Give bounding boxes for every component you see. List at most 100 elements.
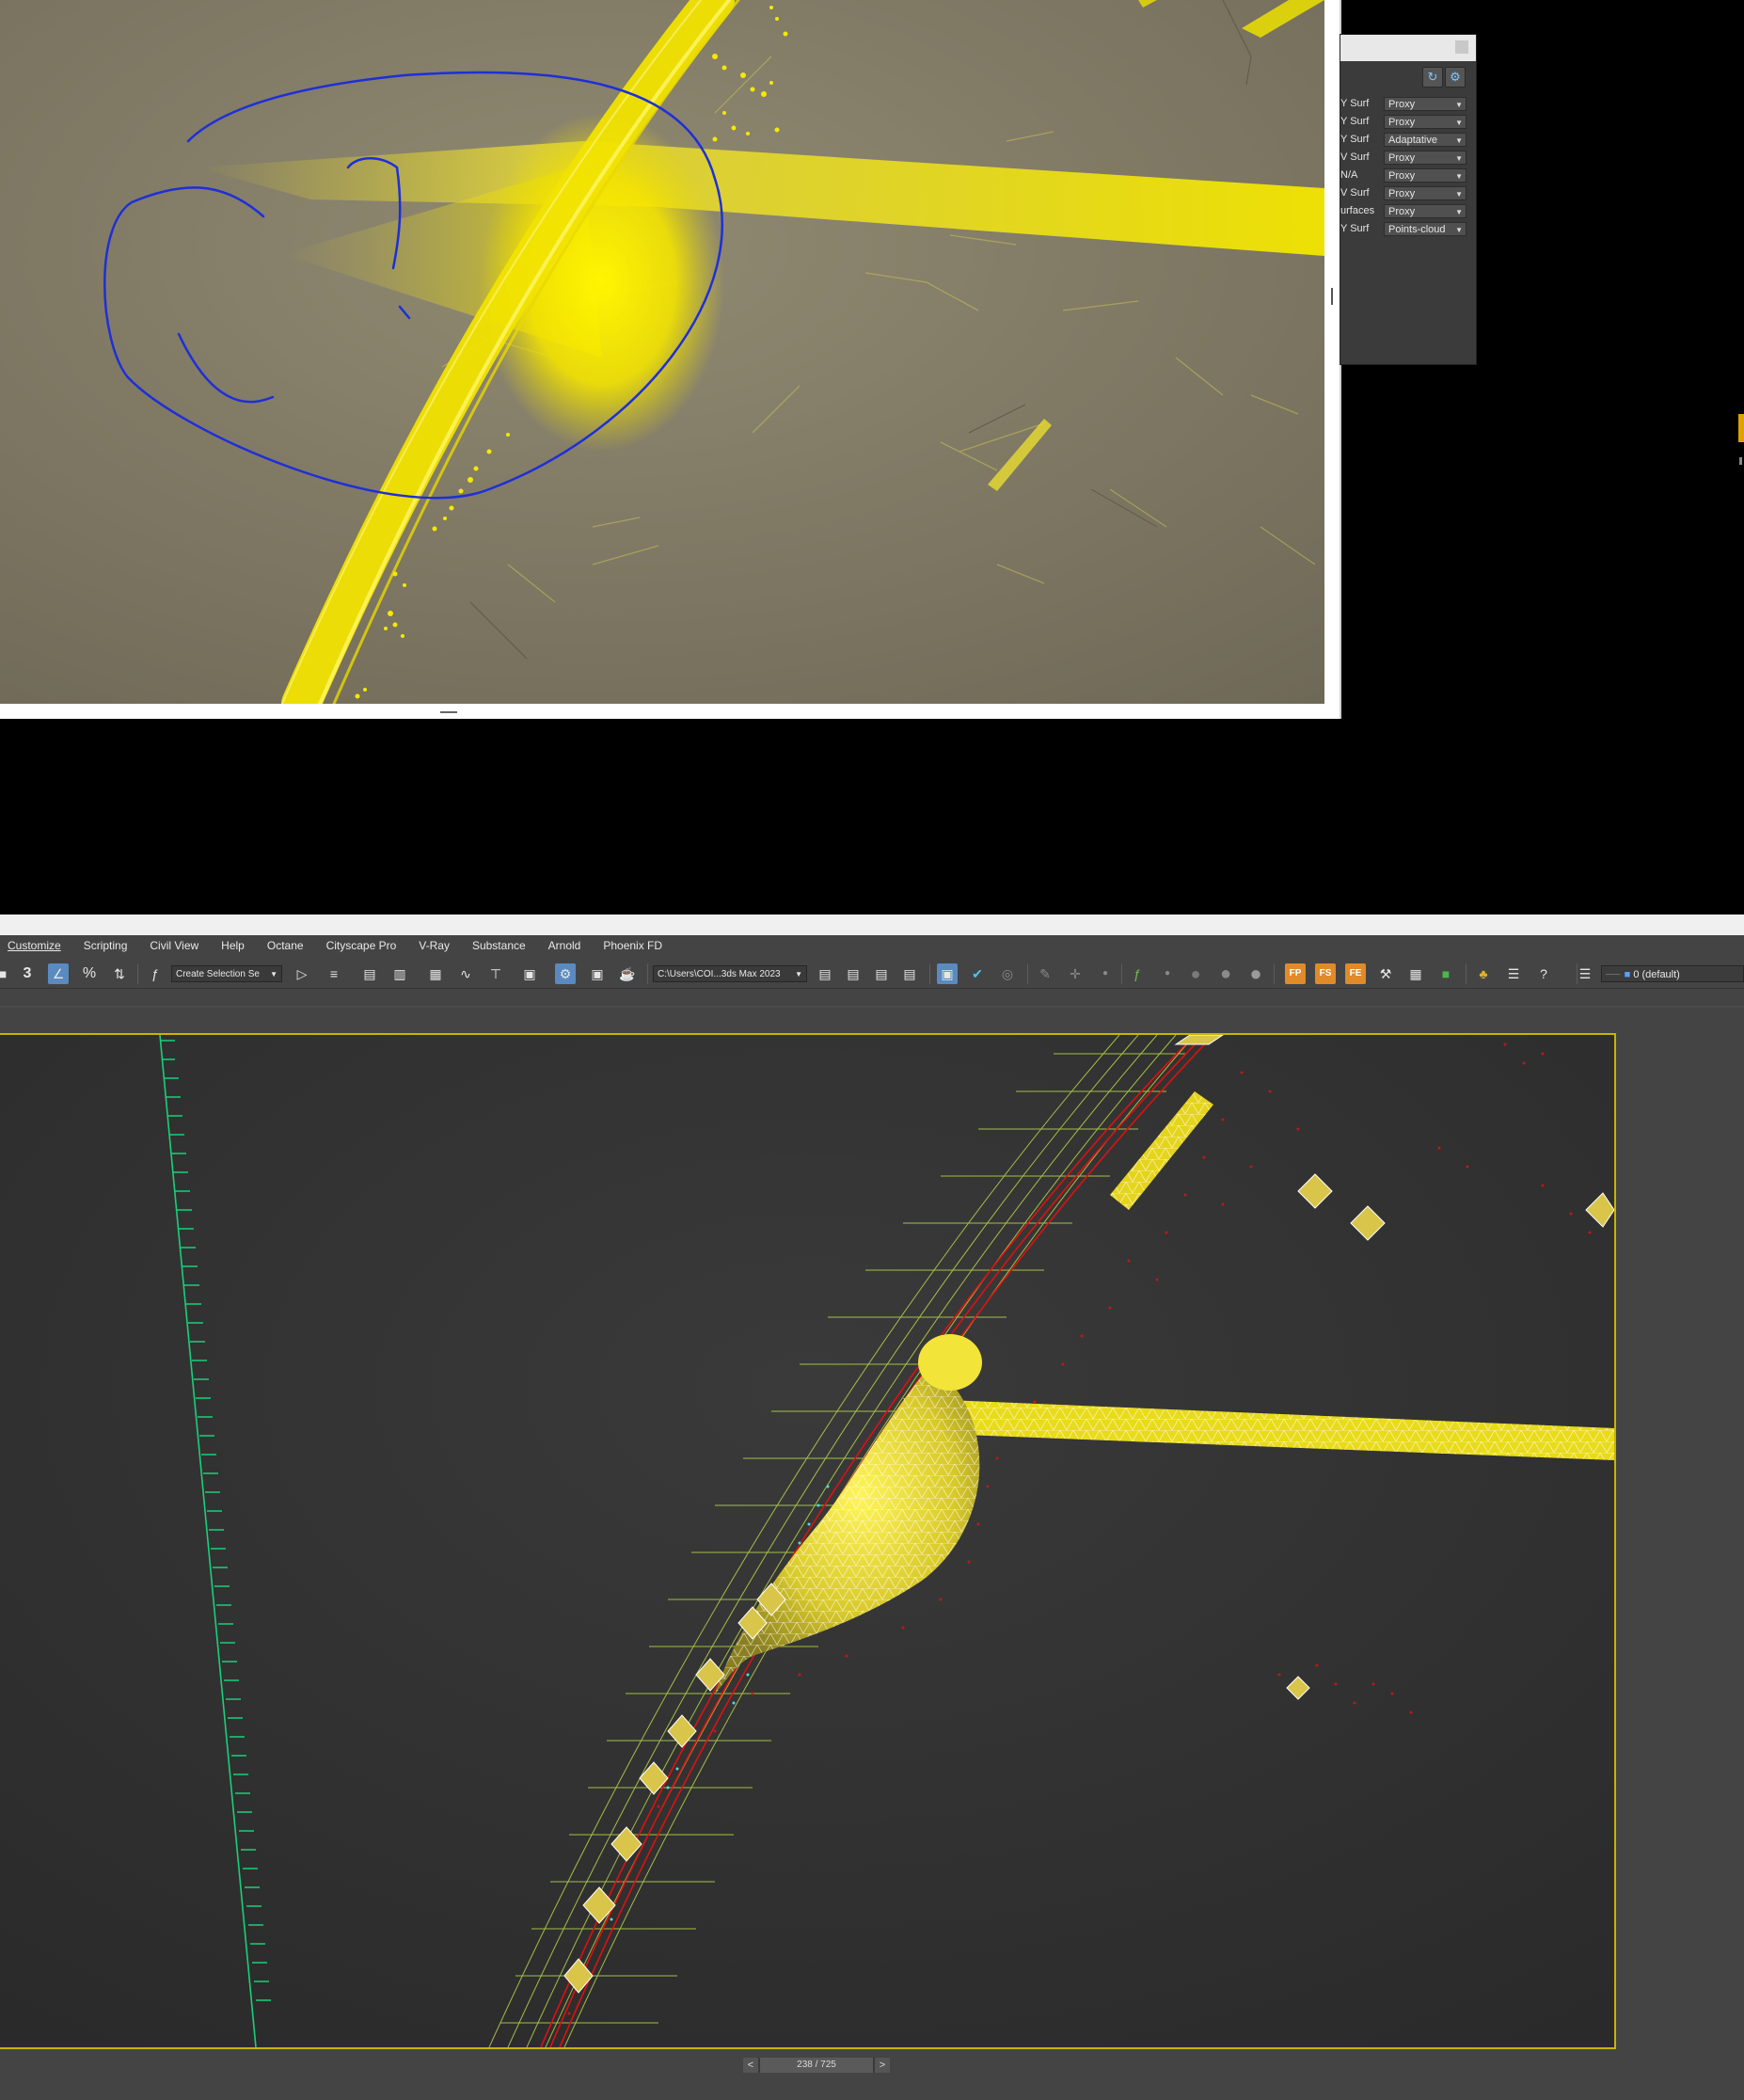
- render-frame-window: [0, 0, 1341, 719]
- panel-row: Y Surf Proxy ▼: [1340, 114, 1476, 130]
- toolbar-separator: [929, 963, 930, 984]
- menu-phoenix-fd[interactable]: Phoenix FD: [592, 939, 674, 952]
- chevron-down-icon: ▼: [1455, 208, 1463, 216]
- project-refresh-icon[interactable]: ▤: [899, 963, 920, 984]
- large-circle-icon: ●: [1219, 963, 1232, 984]
- frame-counter[interactable]: 238 / 725: [760, 2058, 873, 2073]
- render-scrollbar[interactable]: [1331, 288, 1333, 305]
- display-mode-select[interactable]: Proxy ▼: [1384, 186, 1467, 200]
- chevron-down-icon: ▼: [1455, 119, 1463, 127]
- next-frame-button[interactable]: >: [875, 2058, 890, 2073]
- toolbar-separator: [137, 963, 138, 984]
- menu-cityscape-pro[interactable]: Cityscape Pro: [315, 939, 408, 952]
- open-project-icon[interactable]: ▤: [815, 963, 835, 984]
- viewport-header-strip: [0, 1006, 1744, 1008]
- tree-icon[interactable]: ♣: [1473, 963, 1494, 984]
- table-icon[interactable]: ▦: [1405, 963, 1426, 984]
- toolbar-separator: [1027, 963, 1028, 984]
- selection-set-dropdown[interactable]: Create Selection Se ▼: [171, 965, 282, 982]
- panel-row: V Surf Proxy ▼: [1340, 185, 1476, 201]
- render-production-icon[interactable]: ☕: [617, 963, 638, 984]
- select-icon[interactable]: ■: [0, 963, 13, 984]
- row-type-label: Y Surf: [1340, 116, 1370, 127]
- menu-customize[interactable]: Customize: [0, 939, 72, 952]
- menu-arnold[interactable]: Arnold: [537, 939, 593, 952]
- layer-state-icons: ──: [1606, 969, 1621, 980]
- mirror-icon[interactable]: ▷: [292, 963, 312, 984]
- previous-frame-button[interactable]: <: [743, 2058, 758, 2073]
- set-project-icon[interactable]: ▤: [843, 963, 864, 984]
- active-viewport[interactable]: [0, 1033, 1616, 2049]
- toolbar-separator: [1466, 963, 1467, 984]
- material-editor-icon[interactable]: ▣: [519, 963, 540, 984]
- menu-octane[interactable]: Octane: [256, 939, 315, 952]
- phoenix-icon[interactable]: ƒ: [1127, 963, 1148, 984]
- command-panel-edge: [1616, 1033, 1744, 2049]
- row-type-label: V Surf: [1340, 187, 1370, 199]
- layers-icon[interactable]: ☰: [1575, 963, 1595, 984]
- fe-button[interactable]: FE: [1345, 963, 1366, 984]
- panel-row: N/A Proxy ▼: [1340, 167, 1476, 183]
- display-mode-select[interactable]: Adaptative ▼: [1384, 133, 1467, 147]
- scene-explorer-icon[interactable]: ▤: [359, 963, 380, 984]
- time-slider-bar: < 238 / 725 >: [0, 2049, 1744, 2100]
- render-setup-icon[interactable]: ⚙: [555, 963, 576, 984]
- panel-row: Y Surf Points-cloud ▼: [1340, 221, 1476, 237]
- menu-help[interactable]: Help: [210, 939, 256, 952]
- refresh-icon[interactable]: ↻: [1422, 67, 1443, 88]
- panel-close-button[interactable]: [1455, 40, 1468, 54]
- layer-explorer-icon[interactable]: ▥: [389, 963, 410, 984]
- current-layer-dropdown[interactable]: ── ■ 0 (default): [1601, 965, 1744, 982]
- edit-named-selection-icon[interactable]: ƒ: [145, 963, 166, 984]
- time-slider[interactable]: < 238 / 725 >: [743, 2058, 890, 2073]
- disabled-tool-icon: ◎: [1001, 966, 1014, 981]
- panel-row: Y Surf Adaptative ▼: [1340, 132, 1476, 148]
- tools-icon[interactable]: ⚒: [1375, 963, 1396, 984]
- schematic-view-icon[interactable]: ⊤: [485, 963, 506, 984]
- angle-snap-icon[interactable]: ∠: [48, 963, 69, 984]
- gear-icon[interactable]: ⚙: [1445, 67, 1466, 88]
- display-mode-select[interactable]: Proxy ▼: [1384, 204, 1467, 218]
- panel-titlebar[interactable]: [1340, 35, 1476, 61]
- curve-editor-icon[interactable]: ∿: [455, 963, 476, 984]
- display-mode-select[interactable]: Points-cloud ▼: [1384, 222, 1467, 236]
- display-mode-select[interactable]: Proxy ▼: [1384, 168, 1467, 183]
- row-type-label: V Surf: [1340, 151, 1370, 163]
- percent-snap-icon[interactable]: %: [79, 963, 100, 984]
- menu-civil-view[interactable]: Civil View: [138, 939, 210, 952]
- small-circle-icon: ●: [1164, 968, 1171, 978]
- menu-vray[interactable]: V-Ray: [407, 939, 461, 952]
- row-type-label: urfaces: [1340, 205, 1374, 216]
- menu-scripting[interactable]: Scripting: [72, 939, 139, 952]
- help-icon[interactable]: ?: [1533, 963, 1554, 984]
- row-type-label: N/A: [1340, 169, 1358, 181]
- move-tool-icon: ✛: [1070, 966, 1081, 981]
- chevron-down-icon: ▼: [1455, 172, 1463, 181]
- save-icon[interactable]: ▣: [937, 963, 958, 984]
- layer-color-icon: ■: [1624, 969, 1631, 980]
- snaps-3d-icon[interactable]: 3: [17, 963, 38, 984]
- list-icon[interactable]: ☰: [1503, 963, 1524, 984]
- green-panel-icon[interactable]: ■: [1435, 963, 1456, 984]
- 3dsmax-window: Customize Scripting Civil View Help Octa…: [0, 915, 1744, 2100]
- row-type-label: Y Surf: [1340, 98, 1370, 109]
- display-mode-select[interactable]: Proxy ▼: [1384, 97, 1467, 111]
- check-icon[interactable]: ✔: [967, 963, 988, 984]
- fs-button[interactable]: FS: [1315, 963, 1336, 984]
- project-settings-icon[interactable]: ▤: [871, 963, 892, 984]
- fp-button[interactable]: FP: [1285, 963, 1306, 984]
- project-folder-dropdown[interactable]: C:\Users\COI...3ds Max 2023 ▼: [653, 965, 807, 982]
- spinner-snap-icon[interactable]: ⇅: [109, 963, 130, 984]
- window-titlebar[interactable]: [0, 915, 1744, 935]
- main-menu-bar: Customize Scripting Civil View Help Octa…: [0, 935, 1744, 956]
- align-icon[interactable]: ≡: [324, 963, 344, 984]
- display-mode-select[interactable]: Proxy ▼: [1384, 151, 1467, 165]
- panel-row: Y Surf Proxy ▼: [1340, 96, 1476, 112]
- rendered-frame-window-icon[interactable]: ▣: [587, 963, 608, 984]
- toolbar-separator: [1274, 963, 1275, 984]
- offscreen-window-edge[interactable]: [1738, 414, 1744, 442]
- menu-substance[interactable]: Substance: [461, 939, 537, 952]
- ribbon-toggle-icon[interactable]: ▦: [425, 963, 446, 984]
- display-mode-select[interactable]: Proxy ▼: [1384, 115, 1467, 129]
- render-resize-grip[interactable]: [440, 711, 457, 713]
